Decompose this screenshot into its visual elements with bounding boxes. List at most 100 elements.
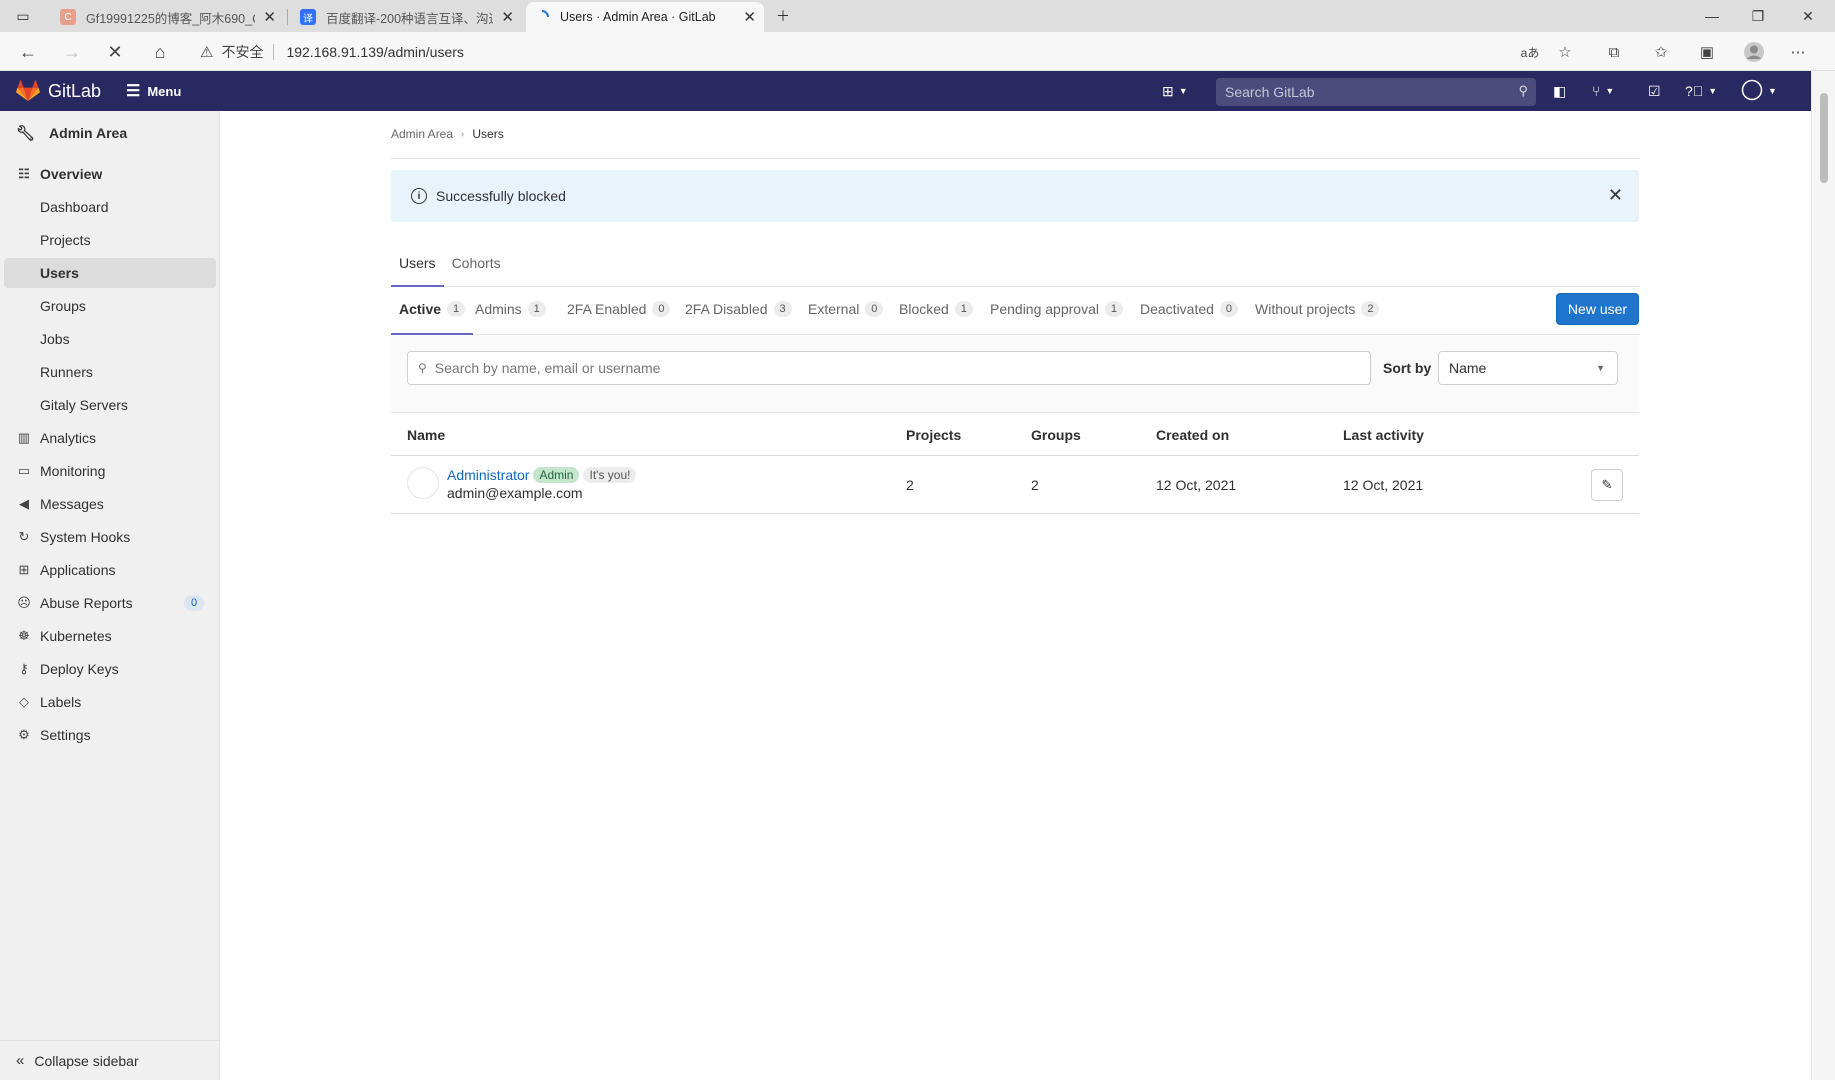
sort-dropdown[interactable]: Name ▼ [1438,351,1618,385]
user-name-line: Administrator Admin It's you! [447,467,637,483]
todos-icon[interactable]: ☑ [1648,81,1661,101]
filter-tab-blocked[interactable]: Blocked 1 [899,283,973,335]
new-user-button[interactable]: New user [1556,293,1639,325]
sidebar-item-users[interactable]: Users [4,258,216,288]
edit-user-button[interactable]: ✎ [1591,469,1623,501]
search-icon: ⚲ [1518,83,1528,98]
gitlab-home-link[interactable]: GitLab [16,71,101,111]
read-aloud-icon[interactable]: aあ [1517,39,1543,65]
sidebar-item-groups[interactable]: Groups [4,291,216,321]
sidebar-title[interactable]: 🔧︎ Admin Area [0,119,220,147]
filter-tab-active[interactable]: Active 1 [391,283,473,335]
filter-label: Pending approval [990,301,1099,317]
breadcrumb-users[interactable]: Users [472,127,503,141]
tab-close-icon[interactable]: ✕ [263,8,276,26]
user-name-link[interactable]: Administrator [447,467,529,483]
sidebar-item-messages[interactable]: ◀ Messages [4,489,216,519]
settings-icon: ⚙ [18,727,30,742]
merge-request-icon: ⑂ [1592,83,1601,99]
filter-label: Admins [475,301,522,317]
sidebar-item-settings[interactable]: ⚙ Settings [4,720,216,750]
chevron-down-icon: ▼ [1178,86,1188,96]
column-header-name: Name [407,426,446,443]
tab-actions-icon[interactable]: ▭ [0,0,46,32]
sidebar-item-jobs[interactable]: Jobs [4,324,216,354]
chart-icon: ▥ [17,430,31,445]
sidebar-item-label: Overview [40,166,103,182]
extensions-icon[interactable]: ⧉ [1601,39,1627,65]
filter-tab-2fa-enabled[interactable]: 2FA Enabled 0 [567,283,671,335]
scrollbar-thumb[interactable] [1820,93,1828,183]
sidebar-item-projects[interactable]: Projects [4,225,216,255]
add-favorite-icon[interactable]: ☆ [1552,39,1578,65]
sidebar-item-kubernetes[interactable]: ☸ Kubernetes [4,621,216,651]
edit-icon: ✎ [1601,477,1613,492]
gitlab-search-input[interactable]: Search GitLab ⚲ [1216,78,1536,106]
tab-users[interactable]: Users [391,239,444,287]
filter-label: Deactivated [1140,301,1214,317]
filter-tab-without-projects[interactable]: Without projects 2 [1255,283,1380,335]
filter-tab-external[interactable]: External 0 [808,283,884,335]
tab-close-icon[interactable]: ✕ [501,8,514,26]
profile-icon[interactable] [1741,39,1767,65]
maximize-icon[interactable]: ❐ [1735,0,1781,32]
count-badge: 1 [1104,301,1123,317]
filter-tab-admins[interactable]: Admins 1 [475,283,546,335]
favorites-icon[interactable]: ✩ [1648,39,1674,65]
plus-square-icon: ⊞ [1162,82,1174,99]
close-window-icon[interactable]: ✕ [1781,0,1835,32]
sidebar-item-monitoring[interactable]: ▭ Monitoring [4,456,216,486]
url-field[interactable]: ⚠ 不安全 192.168.91.139/admin/users [200,38,464,66]
sidebar-item-gitaly-servers[interactable]: Gitaly Servers [4,390,216,420]
sidebar-item-system-hooks[interactable]: ↻ System Hooks [4,522,216,552]
stop-loading-icon[interactable]: ✕ [101,38,129,66]
user-search-input[interactable]: ⚲ Search by name, email or username [407,351,1371,385]
count-badge: 3 [773,301,792,317]
browser-tab-gitlab[interactable]: Users · Admin Area · GitLab ✕ [526,2,764,32]
sidebar-item-label: Jobs [40,331,70,347]
count-badge: 2 [1361,301,1380,317]
browser-tab-baidu[interactable]: 译 百度翻译-200种语言互译、沟通全 ✕ [292,2,522,32]
user-menu-dropdown[interactable]: ▼ [1741,79,1777,101]
filter-label: 2FA Disabled [685,301,768,317]
more-options-icon[interactable]: ⋯ [1785,39,1811,65]
collapse-sidebar-button[interactable]: « Collapse sidebar [0,1040,220,1080]
filter-label: 2FA Enabled [567,301,647,317]
help-dropdown[interactable]: ?⃝ ▼ [1685,81,1717,101]
sidebar-item-analytics[interactable]: ▥ Analytics [4,423,216,453]
new-tab-icon[interactable]: ＋ [760,0,806,32]
gitlab-logo-icon [16,80,40,101]
minimize-icon[interactable]: — [1689,0,1735,32]
home-icon[interactable]: ⌂ [146,38,174,66]
admin-sidebar: 🔧︎ Admin Area ☷ Overview Dashboard Proje… [0,111,220,1080]
kubernetes-icon: ☸ [18,628,30,643]
column-header-projects: Projects [906,426,962,443]
sidebar-item-label: Dashboard [40,199,109,215]
sidebar-item-label: Messages [40,496,104,512]
filter-tab-2fa-disabled[interactable]: 2FA Disabled 3 [685,283,792,335]
avatar[interactable] [407,467,439,499]
create-new-dropdown[interactable]: ⊞ ▼ [1162,81,1188,101]
sidebar-item-runners[interactable]: Runners [4,357,216,387]
close-icon[interactable]: ✕ [1608,185,1623,206]
sidebar-item-applications[interactable]: ⊞ Applications [4,555,216,585]
sidebar-item-labels[interactable]: ◇ Labels [4,687,216,717]
collections-icon[interactable]: ▣ [1694,39,1720,65]
sidebar-item-overview[interactable]: ☷ Overview [4,159,216,189]
filter-tab-pending-approval[interactable]: Pending approval 1 [990,283,1123,335]
menu-label: Menu [147,83,182,99]
breadcrumb-admin-area[interactable]: Admin Area [391,127,453,141]
sidebar-item-abuse-reports[interactable]: ☹ Abuse Reports 0 [4,588,216,618]
page-scrollbar[interactable] [1811,71,1835,1080]
merge-requests-dropdown[interactable]: ⑂ ▼ [1592,81,1614,101]
tab-close-icon[interactable]: ✕ [743,8,756,26]
menu-button[interactable]: ☰ Menu [126,71,181,111]
issues-icon[interactable]: ◧ [1553,81,1566,101]
filter-tab-deactivated[interactable]: Deactivated 0 [1140,283,1238,335]
browser-tab-csdn[interactable]: C Gf19991225的博客_阿木690_CSDN ✕ [52,2,284,32]
back-icon[interactable]: ← [14,38,42,66]
forward-icon[interactable]: → [58,38,86,66]
tab-cohorts[interactable]: Cohorts [444,239,509,287]
sidebar-item-deploy-keys[interactable]: ⚷ Deploy Keys [4,654,216,684]
sidebar-item-dashboard[interactable]: Dashboard [4,192,216,222]
